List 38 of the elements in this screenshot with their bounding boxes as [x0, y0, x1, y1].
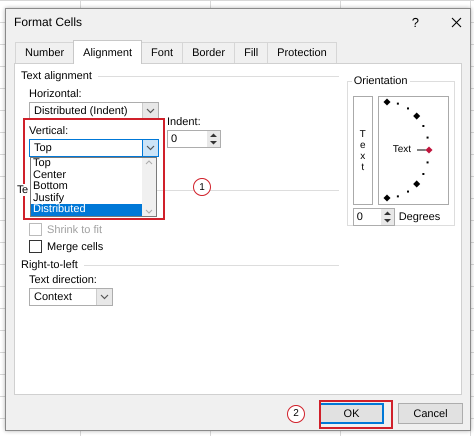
close-icon[interactable] — [451, 16, 462, 28]
section-title: Text alignment — [21, 70, 92, 82]
list-option[interactable]: Distributed — [31, 204, 142, 216]
help-button[interactable]: ? — [412, 14, 419, 30]
section-title: Te — [17, 184, 28, 196]
list-option[interactable]: Top — [31, 158, 142, 170]
vertical-dropdown[interactable]: Top — [29, 139, 159, 157]
checkbox[interactable] — [29, 240, 42, 253]
tab[interactable]: Number — [15, 42, 74, 63]
spin-arrows-icon[interactable] — [207, 131, 220, 147]
section-title: Right-to-left — [21, 259, 78, 271]
field-label: Indent: — [167, 116, 202, 128]
indent-spinner[interactable]: 0 — [167, 130, 221, 148]
caret-icon — [100, 294, 109, 300]
step-marker: 1 — [193, 178, 211, 196]
vertical-text-button[interactable]: Text — [352, 96, 373, 205]
caret-icon — [146, 108, 155, 114]
dialog-button[interactable]: OK — [319, 403, 384, 424]
tab[interactable]: Protection — [267, 42, 337, 63]
list-option[interactable]: Center — [31, 170, 142, 181]
degrees-spinner[interactable]: 0 — [352, 208, 395, 226]
list-option[interactable]: Bottom — [31, 181, 142, 192]
checkbox-label: Merge cells — [47, 240, 104, 252]
caret-icon — [146, 145, 155, 151]
tab[interactable]: Alignment — [73, 40, 142, 64]
text-direction-dropdown[interactable]: Context — [29, 288, 113, 306]
orientation-dial[interactable]: Text — [378, 96, 449, 205]
step-marker: 2 — [287, 404, 305, 422]
window-title: Format Cells — [14, 15, 84, 29]
field-label: Text direction: — [29, 274, 98, 286]
section-title: Orientation — [352, 75, 410, 87]
dialog-button[interactable]: Cancel — [398, 403, 463, 424]
checkbox-label: Shrink to fit — [47, 224, 102, 236]
spin-arrows-icon[interactable] — [380, 209, 394, 225]
field-label: Vertical: — [29, 125, 70, 137]
field-label: Degrees — [398, 211, 440, 223]
field-label: Horizontal: — [29, 88, 83, 100]
list-option[interactable]: Justify — [31, 192, 142, 204]
